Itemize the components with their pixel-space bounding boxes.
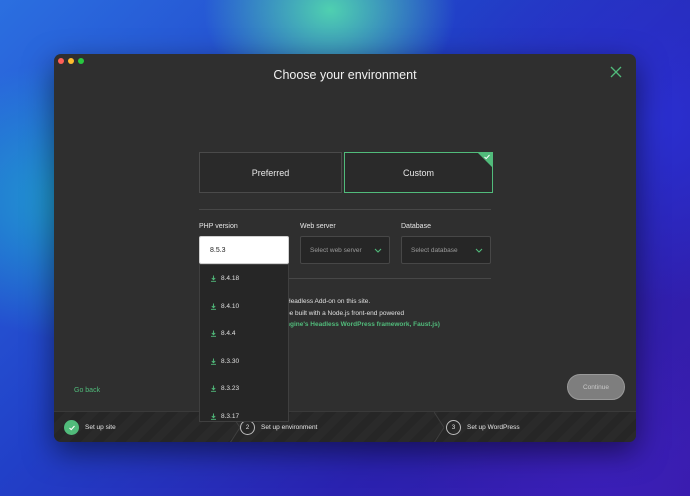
minimize-window-button[interactable] [68,58,74,64]
addon-line-1: Headless Add-on on this site. [286,298,371,305]
zoom-window-button[interactable] [78,58,84,64]
php-version-option[interactable]: 8.3.23 [200,375,288,403]
web-server-placeholder: Select web server [310,246,362,254]
continue-button[interactable]: Continue [567,374,625,400]
faustjs-link[interactable]: ngine's Headless WordPress framework, Fa… [286,321,440,328]
chevron-down-icon [374,248,382,253]
php-version-label: PHP version [199,223,238,230]
step-label: Set up environment [261,424,318,431]
php-version-option[interactable]: 8.3.30 [200,348,288,376]
close-window-button[interactable] [58,58,64,64]
step-set-up-site: Set up site [64,412,116,442]
web-server-select[interactable]: Select web server [300,236,390,264]
step-complete-badge [64,420,79,435]
step-separator [434,412,444,442]
php-version-option[interactable]: 8.4.4 [200,320,288,348]
custom-option[interactable]: Custom [344,152,493,193]
database-label: Database [401,223,431,230]
php-version-option-label: 8.4.4 [221,330,236,338]
app-window: Choose your environment Preferred Custom… [54,54,636,442]
php-version-select[interactable]: 8.5.3 [199,236,289,264]
php-version-option-label: 8.4.18 [221,275,240,283]
download-icon [211,385,216,392]
php-version-option[interactable]: 8.4.10 [200,293,288,321]
check-icon [68,425,75,430]
database-placeholder: Select database [411,246,458,254]
environment-options: Preferred Custom [199,152,493,193]
web-server-label: Web server [300,223,336,230]
php-version-value: 8.5.3 [210,246,226,254]
continue-label: Continue [582,383,610,391]
go-back-link[interactable]: Go back [74,387,100,394]
traffic-lights [58,58,84,64]
download-icon [211,413,216,420]
chevron-down-icon [475,248,483,253]
download-icon [211,275,216,282]
setup-steps: Set up site 2 Set up environment 3 Set u… [54,411,636,442]
php-version-option-label: 8.4.10 [221,302,240,310]
step-set-up-wordpress: 3 Set up WordPress [446,412,520,442]
dialog-title: Choose your environment [273,68,417,82]
php-version-option-label: 8.3.17 [221,412,240,420]
download-icon [211,330,216,337]
download-icon [211,303,216,310]
php-version-option[interactable]: 8.3.17 [200,403,288,422]
check-icon [484,154,490,160]
preferred-option[interactable]: Preferred [199,152,342,193]
step-label: Set up site [85,424,116,431]
php-version-option[interactable]: 8.4.18 [200,265,288,293]
step-number-badge: 2 [240,420,255,435]
addon-line-2: be built with a Node.js front-end powere… [286,310,405,317]
php-version-option-label: 8.3.30 [221,357,240,365]
php-version-dropdown: 8.4.18 8.4.10 8.4.4 8.3.30 8.3.23 8.3.17 [199,264,289,422]
step-label: Set up WordPress [467,424,520,431]
download-icon [211,358,216,365]
divider-top [199,209,491,210]
database-select[interactable]: Select database [401,236,491,264]
preferred-label: Preferred [251,167,290,178]
step-number-badge: 3 [446,420,461,435]
php-version-option-label: 8.3.23 [221,385,240,393]
custom-label: Custom [402,167,434,178]
